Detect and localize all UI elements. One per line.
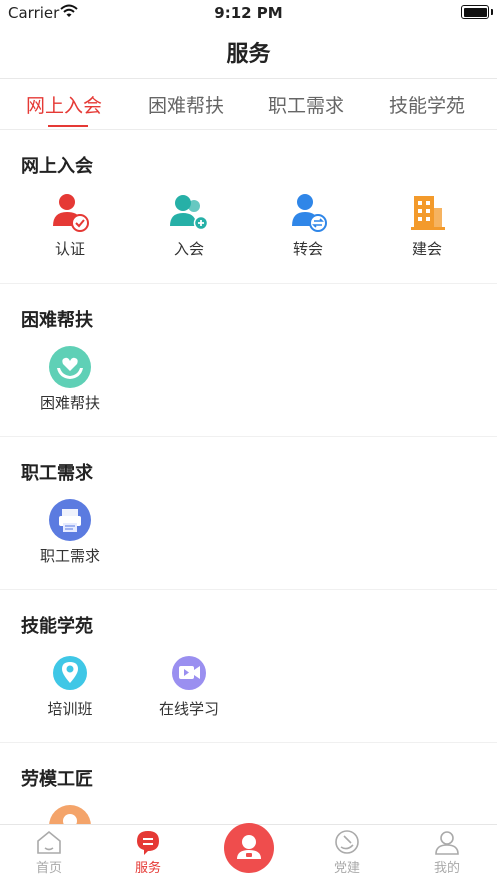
status-bar: Carrier 9:12 PM: [0, 0, 497, 26]
service-hardship[interactable]: 困难帮扶: [20, 346, 120, 413]
location-pin-icon: [49, 652, 91, 694]
center-user-icon: [237, 835, 261, 859]
service-label: 职工需求: [39, 547, 100, 565]
service-worker-needs[interactable]: 职工需求: [20, 499, 120, 566]
tabbar-label: 我的: [433, 861, 460, 876]
section-title: 职工需求: [21, 463, 93, 484]
section-title: 劳模工匠: [21, 769, 93, 790]
service-label: 认证: [54, 240, 85, 258]
tabbar-label: 服务: [134, 861, 161, 876]
section-title: 困难帮扶: [21, 310, 93, 331]
service-label: 转会: [292, 240, 323, 258]
service-label: 困难帮扶: [39, 394, 100, 412]
tab-skills-academy[interactable]: 技能学苑: [389, 91, 465, 118]
active-tab-indicator: [48, 125, 88, 127]
section-online-membership: 网上入会 认证 入会 转会 建会: [0, 130, 497, 284]
tabbar-home[interactable]: 首页: [19, 829, 79, 876]
navigation-bar: 服务: [0, 26, 497, 79]
building-icon: [406, 192, 448, 234]
section-skills-academy: 技能学苑 培训班 在线学习: [0, 590, 497, 743]
tabbar-service[interactable]: 服务: [118, 829, 178, 876]
service-label: 在线学习: [158, 700, 219, 718]
service-build[interactable]: 建会: [377, 192, 477, 259]
home-icon: [37, 830, 61, 854]
service-training-class[interactable]: 培训班: [20, 652, 120, 719]
service-label: 建会: [411, 240, 442, 258]
service-online-learning[interactable]: 在线学习: [139, 652, 239, 719]
section-hardship-assistance: 困难帮扶 困难帮扶: [0, 284, 497, 437]
page-title: 服务: [226, 42, 271, 67]
tabbar-label: 党建: [333, 861, 360, 876]
tabbar-label: 首页: [35, 861, 62, 876]
service-verify[interactable]: 认证: [20, 192, 120, 259]
center-action-button[interactable]: [224, 823, 274, 873]
section-worker-needs: 职工需求 职工需求: [0, 437, 497, 590]
category-tabs: 网上入会 困难帮扶 职工需求 技能学苑: [0, 79, 497, 130]
service-label: 培训班: [47, 700, 93, 718]
party-emblem-icon: [335, 830, 359, 854]
battery-icon: [461, 5, 493, 19]
service-transfer[interactable]: 转会: [258, 192, 358, 259]
tab-online-membership[interactable]: 网上入会: [26, 91, 102, 118]
printer-icon: [49, 499, 91, 541]
user-check-icon: [49, 192, 91, 234]
profile-icon: [435, 831, 459, 855]
service-label: 入会: [173, 240, 204, 258]
users-add-icon: [168, 192, 210, 234]
heart-hands-icon: [49, 346, 91, 388]
service-join[interactable]: 入会: [139, 192, 239, 259]
tabbar-mine[interactable]: 我的: [417, 829, 477, 876]
section-title: 技能学苑: [21, 616, 93, 637]
bottom-tab-bar: 首页 服务 党建 我的: [0, 823, 497, 884]
section-model-workers: 劳模工匠: [0, 743, 497, 847]
section-title: 网上入会: [21, 156, 93, 177]
service-icon: [137, 831, 159, 855]
video-camera-icon: [168, 652, 210, 694]
user-transfer-icon: [287, 192, 329, 234]
tab-hardship-assistance[interactable]: 困难帮扶: [148, 91, 224, 118]
status-time: 9:12 PM: [214, 4, 283, 22]
tabbar-party[interactable]: 党建: [317, 829, 377, 876]
tab-worker-needs[interactable]: 职工需求: [268, 91, 344, 118]
